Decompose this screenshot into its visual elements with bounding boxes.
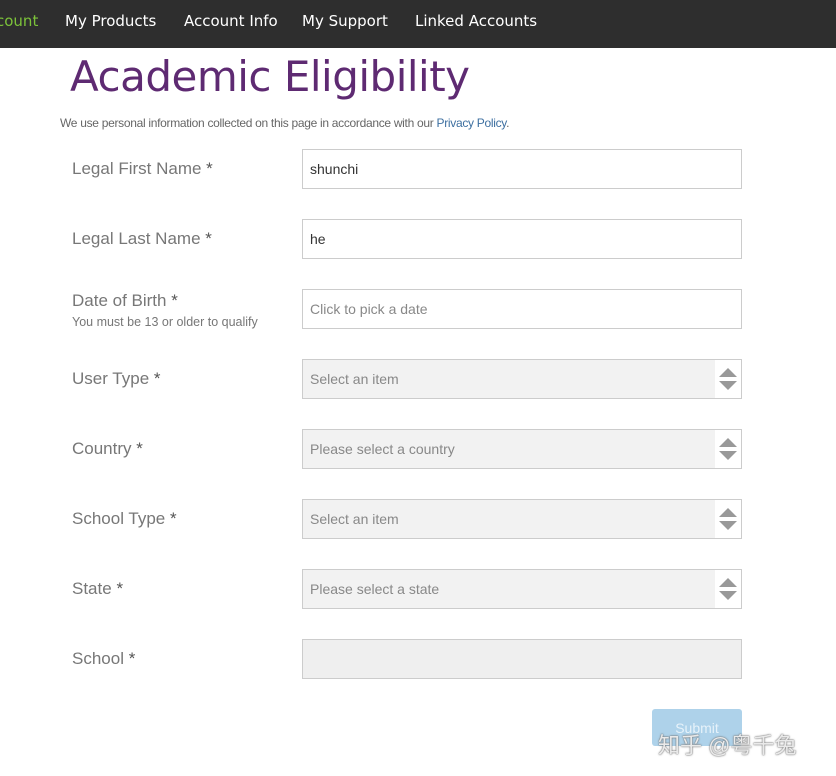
nav-item-linked-accounts[interactable]: Linked Accounts [415,12,537,30]
nav-item-my-products[interactable]: My Products [65,12,156,30]
first-name-label: Legal First Name * [72,159,213,178]
state-label: State * [72,579,124,598]
state-select[interactable]: Please select a state [302,569,742,609]
first-name-input[interactable]: shunchi [302,149,742,189]
country-label: Country * [72,439,143,458]
nav-item-account-info[interactable]: Account Info [184,12,278,30]
select-arrows-icon [715,500,741,538]
last-name-input[interactable]: he [302,219,742,259]
user-type-label: User Type * [72,369,161,388]
school-type-select[interactable]: Select an item [302,499,742,539]
select-arrows-icon [715,360,741,398]
top-nav: count My Products Account Info My Suppor… [0,0,836,48]
school-type-label: School Type * [72,509,177,528]
school-input[interactable] [302,639,742,679]
nav-item-account[interactable]: count [0,12,38,30]
dob-date-picker[interactable]: Click to pick a date [302,289,742,329]
school-label: School * [72,649,136,668]
dob-label: Date of Birth * [72,291,178,310]
notice-text: We use personal information collected on… [60,116,437,130]
select-arrows-icon [715,430,741,468]
privacy-policy-link[interactable]: Privacy Policy [436,116,506,130]
user-type-select[interactable]: Select an item [302,359,742,399]
page-title: Academic Eligibility [70,52,470,101]
last-name-label: Legal Last Name * [72,229,212,248]
privacy-notice: We use personal information collected on… [60,116,509,130]
country-select[interactable]: Please select a country [302,429,742,469]
select-arrows-icon [715,570,741,608]
watermark: 知乎 @粤千兔 [658,733,797,758]
notice-end: . [506,116,510,130]
dob-hint: You must be 13 or older to qualify [72,315,258,329]
nav-item-my-support[interactable]: My Support [302,12,388,30]
